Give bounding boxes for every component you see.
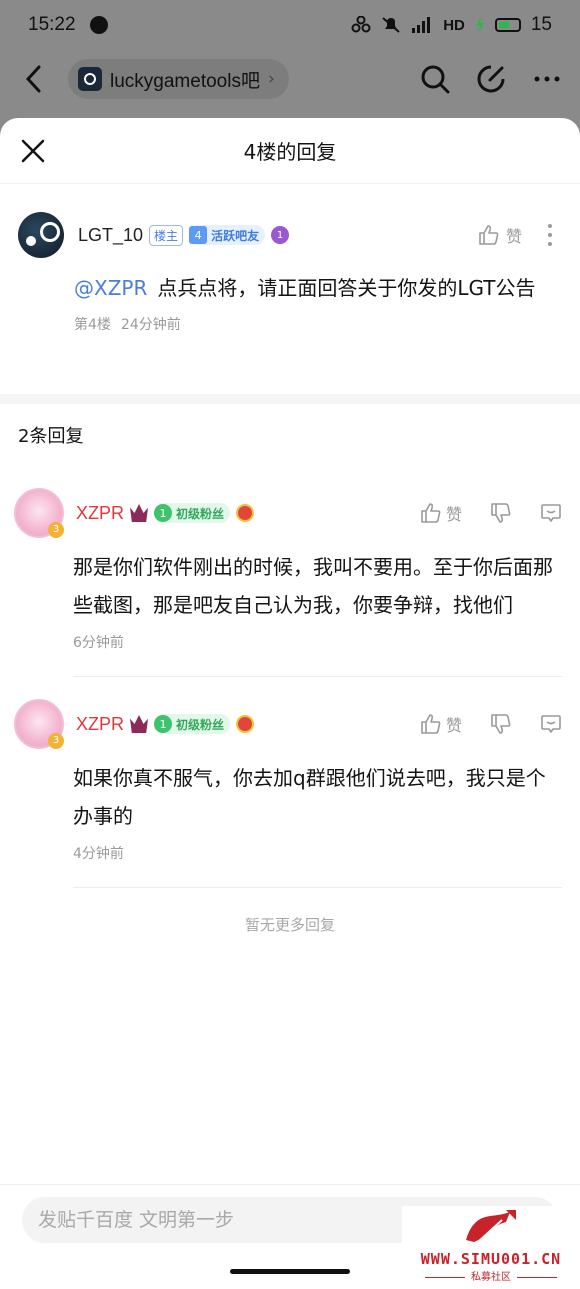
post-meta: 第4楼 24分钟前 xyxy=(74,314,562,334)
avatar[interactable] xyxy=(14,488,64,538)
reply-content: 如果你真不服气，你去加q群跟他们说去吧，我只是个办事的 xyxy=(73,766,546,828)
watermark-site: WWW.SIMU001.CN xyxy=(420,1250,562,1268)
floor-number: 第4楼 xyxy=(74,317,111,333)
status-time: 15:22 xyxy=(28,14,76,35)
like-button[interactable]: 赞 xyxy=(420,501,462,525)
sheet-title: 4楼的回复 xyxy=(243,140,337,164)
fan-badge: 1 初级粉丝 xyxy=(154,503,231,523)
reply-count: 2条回复 xyxy=(18,426,84,447)
thumbs-up-icon xyxy=(421,714,441,734)
comment-button[interactable] xyxy=(540,502,562,524)
reply-input[interactable] xyxy=(38,1209,378,1231)
gift-icon xyxy=(236,504,255,522)
post-header: LGT_10 楼主 4 活跃吧友 1 赞 xyxy=(18,212,562,258)
signal-icon xyxy=(412,17,431,33)
chevron-right-icon: › xyxy=(267,69,275,89)
fan-level-icon: 1 xyxy=(154,504,173,522)
thumbs-up-icon xyxy=(479,225,499,245)
diamond-icon: 4 xyxy=(189,226,208,244)
more-horizontal-icon[interactable] xyxy=(532,64,562,94)
network-type: HD xyxy=(443,16,465,34)
forum-pill[interactable]: luckygametools吧 › xyxy=(68,59,289,99)
avatar[interactable] xyxy=(14,699,64,749)
forum-logo-icon xyxy=(78,67,102,91)
reply-content: 那是你们软件刚出的时候，我叫不要用。至于你后面那些截图，那是吧友自己认为我，你要… xyxy=(73,555,553,617)
status-bar: 15:22 HD 15 xyxy=(0,0,580,50)
post-username[interactable]: LGT_10 xyxy=(78,225,143,246)
comment-icon xyxy=(541,715,561,733)
forum-name: luckygametools吧 xyxy=(110,70,260,92)
thumbs-down-icon xyxy=(491,503,511,523)
close-icon[interactable] xyxy=(20,138,46,164)
crown-icon xyxy=(130,715,149,733)
like-button[interactable]: 赞 xyxy=(420,712,462,736)
level-badge: 4 活跃吧友 xyxy=(189,225,266,245)
thumbs-up-icon xyxy=(421,503,441,523)
like-label: 赞 xyxy=(445,505,462,524)
watermark: WWW.SIMU001.CN 私募社区 xyxy=(402,1206,580,1286)
status-indicators: HD 15 xyxy=(351,14,552,36)
mute-icon xyxy=(382,17,400,33)
reply-header: XZPR 1 初级粉丝 赞 xyxy=(14,699,562,749)
edit-icon[interactable] xyxy=(476,64,506,94)
notification-icon xyxy=(89,16,108,34)
reply-item: XZPR 1 初级粉丝 赞 那是你们软件刚出的时候，我叫不要用。至于你后 xyxy=(0,466,580,677)
dislike-button[interactable] xyxy=(490,502,512,524)
home-indicator xyxy=(230,1269,350,1274)
medal-icon: 1 xyxy=(271,226,290,244)
like-label: 赞 xyxy=(445,716,462,735)
post-text: 点兵点将，请正面回答关于你发的LGT公告 xyxy=(157,276,536,300)
battery-level: 15 xyxy=(530,14,552,35)
fan-title: 初级粉丝 xyxy=(176,717,225,732)
reply-item: XZPR 1 初级粉丝 赞 如果你真不服气，你去加q群跟他们说去吧，我只 xyxy=(0,677,580,888)
sheet-header: 4楼的回复 xyxy=(0,118,580,184)
reply-username[interactable]: XZPR xyxy=(76,714,124,735)
reply-header: XZPR 1 初级粉丝 赞 xyxy=(14,488,562,538)
watermark-logo-icon xyxy=(466,1210,516,1245)
fan-level-icon: 1 xyxy=(154,715,173,733)
mention-link[interactable]: @XZPR xyxy=(74,276,147,300)
fan-title: 初级粉丝 xyxy=(176,506,225,521)
gift-icon xyxy=(236,715,255,733)
reply-username[interactable]: XZPR xyxy=(76,503,124,524)
no-more-replies: 暂无更多回复 xyxy=(244,916,335,934)
nav-actions xyxy=(420,64,562,94)
avatar[interactable] xyxy=(18,212,64,258)
battery-icon xyxy=(494,18,521,32)
dislike-button[interactable] xyxy=(490,713,512,735)
search-icon[interactable] xyxy=(420,64,450,94)
post-time: 24分钟前 xyxy=(120,317,181,333)
more-vertical-icon[interactable] xyxy=(546,223,554,247)
reply-time: 6分钟前 xyxy=(73,635,124,651)
like-label: 赞 xyxy=(505,227,522,246)
background-nav-bar: luckygametools吧 › xyxy=(0,52,580,106)
back-arrow-icon[interactable] xyxy=(18,64,50,94)
fan-badge: 1 初级粉丝 xyxy=(154,714,231,734)
reply-actions: 赞 xyxy=(420,712,562,736)
main-post: LGT_10 楼主 4 活跃吧友 1 赞 @XZPR 点兵点将，请正面回答关于你发… xyxy=(0,184,580,394)
watermark-label: 私募社区 xyxy=(402,1268,580,1283)
comment-button[interactable] xyxy=(540,713,562,735)
level-title: 活跃吧友 xyxy=(211,228,260,243)
post-content: @XZPR 点兵点将，请正面回答关于你发的LGT公告 xyxy=(74,270,562,306)
reply-divider xyxy=(73,887,562,888)
reply-time: 4分钟前 xyxy=(73,846,124,862)
thumbs-down-icon xyxy=(491,714,511,734)
owner-tag: 楼主 xyxy=(149,224,184,246)
comment-icon xyxy=(541,504,561,522)
hotspot-icon xyxy=(351,16,371,33)
reply-actions: 赞 xyxy=(420,501,562,525)
like-button[interactable]: 赞 xyxy=(478,223,522,247)
crown-icon xyxy=(130,504,149,522)
reply-sheet: 4楼的回复 LGT_10 楼主 4 活跃吧友 1 赞 @XZPR 点兵点将，请正面… xyxy=(0,118,580,1289)
charging-icon xyxy=(475,17,484,33)
section-divider xyxy=(0,394,580,404)
